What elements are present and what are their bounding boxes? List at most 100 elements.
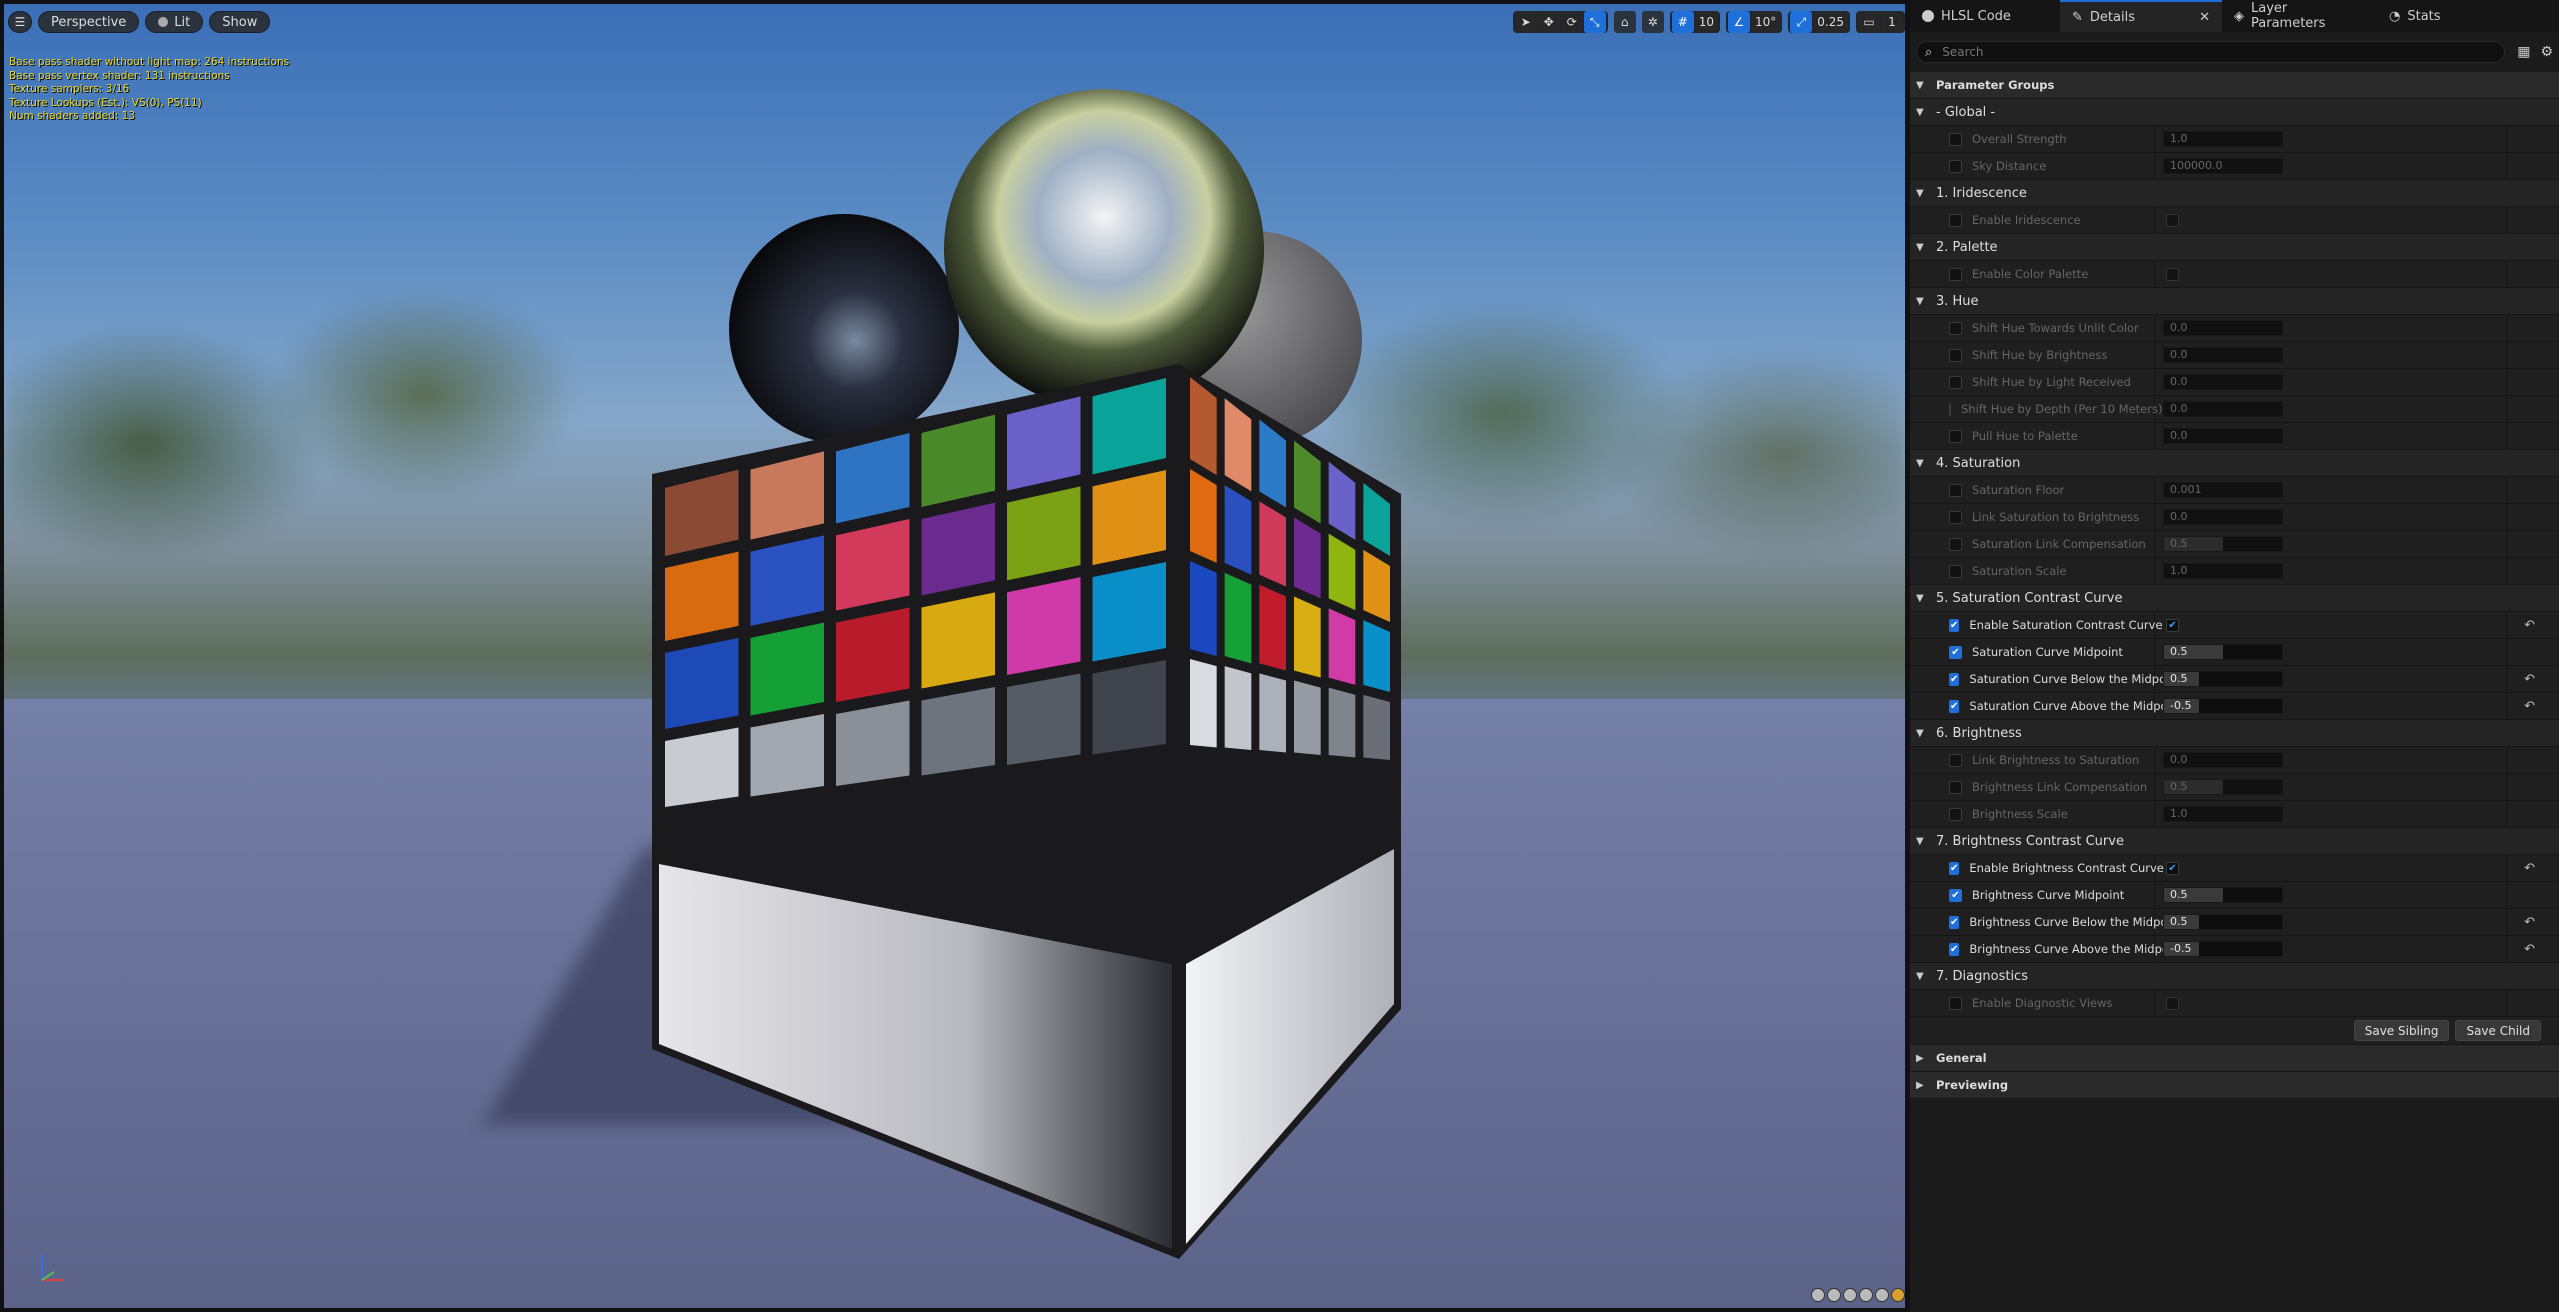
parameter-value-checkbox[interactable]: ✔: [2166, 861, 2179, 875]
parameter-value-input[interactable]: 0.0: [2163, 347, 2283, 363]
parameter-group-header[interactable]: ▼ 6. Brightness: [1910, 720, 2559, 747]
parameter-value-input[interactable]: 100000.0: [2163, 158, 2283, 174]
override-checkbox[interactable]: [1949, 213, 1962, 227]
parameter-value-input[interactable]: 0.0: [2163, 401, 2283, 417]
override-checkbox[interactable]: ✔: [1949, 888, 1962, 902]
parameter-value-checkbox[interactable]: [2166, 213, 2179, 227]
parameter-value-checkbox[interactable]: ✔: [2166, 618, 2179, 632]
parameter-value-input[interactable]: 1.0: [2163, 563, 2283, 579]
material-preview-viewport[interactable]: ☰ Perspective Lit Show ➤ ✥ ⟳ ⤡ ⌂ ✲ # 10 …: [4, 4, 1905, 1308]
override-checkbox[interactable]: ✔: [1949, 645, 1962, 659]
settings-gear-icon[interactable]: ⚙: [2540, 44, 2553, 60]
parameter-value-input[interactable]: 1.0: [2163, 131, 2283, 147]
reset-to-default-icon[interactable]: ↶: [2524, 861, 2535, 876]
parameter-value-input[interactable]: 0.0: [2163, 428, 2283, 444]
parameter-value-input[interactable]: 0.001: [2163, 482, 2283, 498]
parameter-value-input[interactable]: -0.5: [2163, 698, 2283, 714]
override-checkbox[interactable]: [1949, 564, 1962, 578]
mesh-shape-icon[interactable]: [1875, 1288, 1889, 1302]
sphere-shape-icon[interactable]: [1827, 1288, 1841, 1302]
tab-details[interactable]: ✎ Details ✕: [2060, 0, 2222, 32]
parameter-group-header[interactable]: ▼ 7. Diagnostics: [1910, 963, 2559, 990]
override-checkbox[interactable]: [1949, 807, 1962, 821]
parameter-value-checkbox[interactable]: [2166, 267, 2179, 281]
parameter-group-header[interactable]: ▼ - Global -: [1910, 99, 2559, 126]
override-checkbox[interactable]: [1949, 429, 1962, 443]
reset-to-default-icon[interactable]: ↶: [2524, 942, 2535, 957]
override-checkbox[interactable]: [1949, 483, 1962, 497]
parameter-value-input[interactable]: 0.5: [2163, 779, 2283, 795]
override-checkbox[interactable]: ✔: [1949, 861, 1960, 875]
close-icon[interactable]: ✕: [2199, 10, 2210, 25]
rotate-tool-icon[interactable]: ⟳: [1560, 11, 1583, 33]
override-checkbox[interactable]: [1949, 402, 1951, 416]
show-button[interactable]: Show: [209, 11, 271, 33]
perspective-button[interactable]: Perspective: [38, 11, 140, 33]
grid-snap-icon[interactable]: #: [1671, 11, 1694, 33]
rotation-snap-icon[interactable]: ∠: [1728, 11, 1750, 33]
parameter-value-input[interactable]: 0.5: [2163, 887, 2283, 903]
scale-tool-icon[interactable]: ⤡: [1583, 11, 1606, 33]
parameter-group-header[interactable]: ▼ 2. Palette: [1910, 234, 2559, 261]
plane-shape-icon[interactable]: [1843, 1288, 1857, 1302]
select-tool-icon[interactable]: ➤: [1514, 11, 1537, 33]
parameter-group-header[interactable]: ▼ 4. Saturation: [1910, 450, 2559, 477]
cube-shape-icon[interactable]: [1859, 1288, 1873, 1302]
override-checkbox[interactable]: [1949, 132, 1962, 146]
override-checkbox[interactable]: ✔: [1949, 942, 1960, 956]
lit-button[interactable]: Lit: [145, 11, 204, 33]
parameter-group-header[interactable]: ▼ 1. Iridescence: [1910, 180, 2559, 207]
parameter-value-input[interactable]: 0.5: [2163, 914, 2283, 930]
scale-snap-icon[interactable]: ⤢: [1790, 11, 1813, 33]
tab-layer-parameters[interactable]: ◈ Layer Parameters: [2222, 0, 2377, 32]
parameter-value-input[interactable]: 0.0: [2163, 374, 2283, 390]
parameter-value-input[interactable]: -0.5: [2163, 941, 2283, 957]
surface-snap-icon[interactable]: ✲: [1641, 11, 1664, 33]
reset-to-default-icon[interactable]: ↶: [2524, 699, 2535, 714]
coordinate-system-icon[interactable]: ⌂: [1613, 11, 1636, 33]
parameter-value-checkbox[interactable]: [2166, 996, 2179, 1010]
override-checkbox[interactable]: [1949, 159, 1962, 173]
reset-to-default-icon[interactable]: ↶: [2524, 618, 2535, 633]
table-view-icon[interactable]: ▦: [2517, 44, 2530, 60]
parameter-group-header[interactable]: ▼ 3. Hue: [1910, 288, 2559, 315]
search-box[interactable]: ⌕: [1916, 41, 2506, 63]
camera-speed-icon[interactable]: ▭: [1858, 11, 1880, 33]
rotation-snap-value[interactable]: 10°: [1751, 11, 1781, 33]
parameter-group-header[interactable]: ▼ 5. Saturation Contrast Curve: [1910, 585, 2559, 612]
search-input[interactable]: [1940, 44, 2445, 60]
viewport-menu-button[interactable]: ☰: [8, 11, 32, 33]
override-checkbox[interactable]: [1949, 321, 1962, 335]
parameter-value-input[interactable]: 0.0: [2163, 320, 2283, 336]
scale-snap-value[interactable]: 0.25: [1813, 11, 1848, 33]
parameter-value-input[interactable]: 0.0: [2163, 752, 2283, 768]
cylinder-shape-icon[interactable]: [1811, 1288, 1825, 1302]
camera-speed-value[interactable]: 1: [1881, 11, 1903, 33]
override-checkbox[interactable]: [1949, 348, 1962, 362]
reset-to-default-icon[interactable]: ↶: [2524, 915, 2535, 930]
override-checkbox[interactable]: [1949, 375, 1962, 389]
teapot-shape-icon[interactable]: [1891, 1288, 1905, 1302]
override-checkbox[interactable]: ✔: [1949, 672, 1960, 686]
general-category[interactable]: ▶ General: [1910, 1045, 2559, 1072]
parameter-value-input[interactable]: 0.5: [2163, 536, 2283, 552]
parameter-value-input[interactable]: 0.5: [2163, 671, 2283, 687]
override-checkbox[interactable]: [1949, 267, 1962, 281]
tab-hlsl-code[interactable]: HLSL Code: [1910, 0, 2060, 32]
parameter-value-input[interactable]: 0.0: [2163, 509, 2283, 525]
parameter-group-header[interactable]: ▼ 7. Brightness Contrast Curve: [1910, 828, 2559, 855]
override-checkbox[interactable]: [1949, 537, 1962, 551]
override-checkbox[interactable]: [1949, 753, 1962, 767]
override-checkbox[interactable]: ✔: [1949, 699, 1960, 713]
parameter-groups-header[interactable]: ▼ Parameter Groups: [1910, 72, 2559, 99]
parameter-value-input[interactable]: 1.0: [2163, 806, 2283, 822]
translate-tool-icon[interactable]: ✥: [1537, 11, 1560, 33]
save-sibling-button[interactable]: Save Sibling: [2353, 1020, 2450, 1041]
override-checkbox[interactable]: [1949, 510, 1962, 524]
grid-snap-value[interactable]: 10: [1694, 11, 1718, 33]
override-checkbox[interactable]: [1949, 996, 1962, 1010]
tab-stats[interactable]: ◔ Stats: [2377, 0, 2477, 32]
save-child-button[interactable]: Save Child: [2455, 1020, 2541, 1041]
override-checkbox[interactable]: ✔: [1949, 618, 1960, 632]
reset-to-default-icon[interactable]: ↶: [2524, 672, 2535, 687]
